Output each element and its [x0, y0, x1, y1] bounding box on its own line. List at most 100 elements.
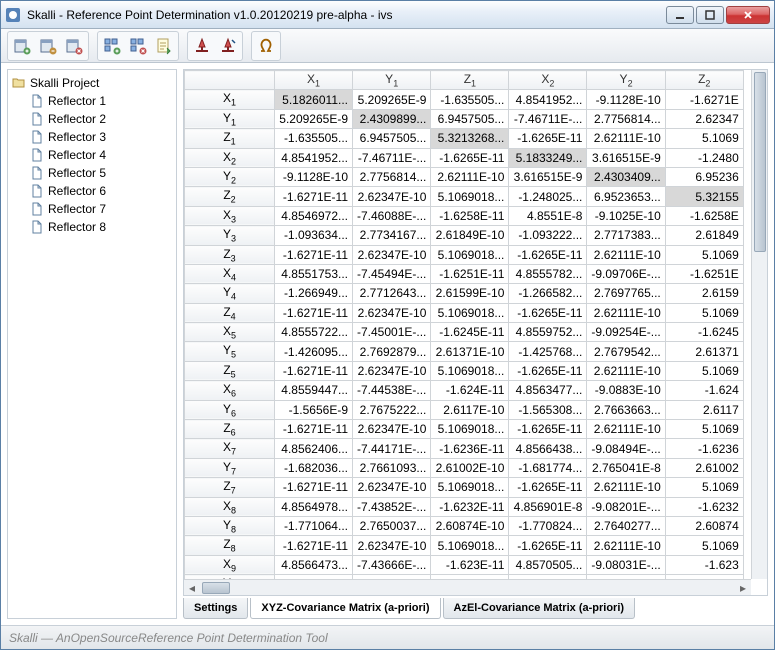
table-cell[interactable]: -1.624E-11	[431, 381, 509, 400]
table-cell[interactable]: -1.5656E-9	[275, 400, 353, 419]
table-cell[interactable]: 2.62111E-10	[587, 536, 665, 555]
table-cell[interactable]: 4.8564978...	[275, 497, 353, 516]
table-cell[interactable]: 3.616515E-9	[587, 148, 665, 167]
table-cell[interactable]: -9.08201E-...	[587, 497, 665, 516]
table-cell[interactable]: -1.6258E	[665, 206, 743, 225]
row-header[interactable]: Z3	[185, 245, 275, 264]
table-cell[interactable]: -1.093222...	[509, 226, 587, 245]
vertical-scrollbar[interactable]	[751, 70, 767, 579]
table-cell[interactable]: 5.1069	[665, 361, 743, 380]
table-cell[interactable]: -1.635505...	[275, 129, 353, 148]
column-header[interactable]: X1	[275, 71, 353, 90]
table-cell[interactable]: 3.616515E-9	[509, 167, 587, 186]
table-cell[interactable]: 2.7756814...	[587, 109, 665, 128]
table-cell[interactable]: 2.62111E-10	[431, 167, 509, 186]
row-header[interactable]: X7	[185, 439, 275, 458]
table-cell[interactable]: -7.44538E-...	[353, 381, 431, 400]
table-cell[interactable]: -1.6232E-11	[431, 497, 509, 516]
table-cell[interactable]: 4.8551753...	[275, 264, 353, 283]
table-cell[interactable]: 2.61002	[665, 458, 743, 477]
row-header[interactable]: Z7	[185, 478, 275, 497]
row-header[interactable]: Y5	[185, 342, 275, 361]
row-header[interactable]: X8	[185, 497, 275, 516]
table-cell[interactable]: 6.9457505...	[431, 109, 509, 128]
row-header[interactable]: Y6	[185, 400, 275, 419]
table-cell[interactable]: 5.3213268...	[431, 129, 509, 148]
row-header[interactable]: Y3	[185, 226, 275, 245]
table-cell[interactable]: 5.1826011...	[275, 90, 353, 109]
table-cell[interactable]: 5.1069	[665, 478, 743, 497]
minimize-button[interactable]	[666, 6, 694, 24]
table-cell[interactable]: -7.45494E-...	[353, 264, 431, 283]
table-cell[interactable]: 4.8546972...	[275, 206, 353, 225]
table-cell[interactable]: 5.1069018...	[431, 245, 509, 264]
maximize-button[interactable]	[696, 6, 724, 24]
horizontal-scrollbar[interactable]: ◂ ▸	[184, 579, 751, 595]
tree-item-reflector[interactable]: Reflector 5	[12, 164, 172, 182]
table-cell[interactable]: -1.565308...	[509, 400, 587, 419]
tree-item-reflector[interactable]: Reflector 6	[12, 182, 172, 200]
row-header[interactable]: X3	[185, 206, 275, 225]
table-cell[interactable]: 2.60874E-10	[431, 516, 509, 535]
table-cell[interactable]: 5.1069	[665, 245, 743, 264]
table-cell[interactable]: -1.624	[665, 381, 743, 400]
table-cell[interactable]: 2.7675222...	[353, 400, 431, 419]
table-cell[interactable]: -7.46088E-...	[353, 206, 431, 225]
table-cell[interactable]: 2.7692879...	[353, 342, 431, 361]
table-cell[interactable]: 5.1069	[665, 303, 743, 322]
table-cell[interactable]: -1.6236E-11	[431, 439, 509, 458]
table-cell[interactable]: 4.8570505...	[509, 555, 587, 574]
table-cell[interactable]: -1.426095...	[275, 342, 353, 361]
close-button[interactable]	[726, 6, 770, 24]
table-cell[interactable]: 2.62347E-10	[353, 536, 431, 555]
table-cell[interactable]: -9.1025E-10	[587, 206, 665, 225]
row-header[interactable]: Z4	[185, 303, 275, 322]
table-cell[interactable]: 5.1069018...	[431, 361, 509, 380]
table-cell[interactable]: -7.43666E-...	[353, 555, 431, 574]
table-cell[interactable]: 5.1069018...	[431, 420, 509, 439]
table-cell[interactable]: -1.266949...	[275, 284, 353, 303]
table-cell[interactable]: -1.6271E-11	[275, 536, 353, 555]
vscroll-thumb[interactable]	[754, 72, 766, 252]
table-cell[interactable]: -9.0883E-10	[587, 381, 665, 400]
table-cell[interactable]: 2.62347E-10	[353, 361, 431, 380]
table-cell[interactable]: -7.46711E-...	[509, 109, 587, 128]
tab[interactable]: Settings	[183, 598, 248, 619]
hscroll-left-arrow[interactable]: ◂	[184, 580, 200, 596]
tab[interactable]: XYZ-Covariance Matrix (a-priori)	[250, 598, 440, 619]
table-cell[interactable]: 5.1069	[665, 129, 743, 148]
table-cell[interactable]: 2.61002E-10	[431, 458, 509, 477]
table-cell[interactable]: 2.62347	[665, 109, 743, 128]
table-cell[interactable]: 4.8555782...	[509, 264, 587, 283]
table-cell[interactable]: -1.6271E-11	[275, 478, 353, 497]
table-cell[interactable]: 4.8541952...	[509, 90, 587, 109]
table-cell[interactable]: -1.6265E-11	[509, 420, 587, 439]
toolbar-btn-7[interactable]	[189, 33, 215, 59]
column-header[interactable]: Z1	[431, 71, 509, 90]
table-cell[interactable]: 2.7661093...	[353, 458, 431, 477]
tree-root[interactable]: Skalli Project	[12, 74, 172, 92]
table-cell[interactable]: 5.209265E-9	[353, 90, 431, 109]
table-cell[interactable]: -1.6245E-11	[431, 323, 509, 342]
table-cell[interactable]: 2.7640277...	[587, 516, 665, 535]
table-cell[interactable]: 4.8559752...	[509, 323, 587, 342]
table-cell[interactable]: 6.95236	[665, 167, 743, 186]
row-header[interactable]: X5	[185, 323, 275, 342]
table-cell[interactable]: 2.62111E-10	[587, 129, 665, 148]
table-cell[interactable]: 5.1069018...	[431, 187, 509, 206]
table-cell[interactable]: 4.8559447...	[275, 381, 353, 400]
row-header[interactable]: X1	[185, 90, 275, 109]
table-cell[interactable]: 6.9523653...	[587, 187, 665, 206]
table-cell[interactable]: 4.8563477...	[509, 381, 587, 400]
table-cell[interactable]: 2.62347E-10	[353, 187, 431, 206]
table-cell[interactable]: -1.6265E-11	[509, 361, 587, 380]
row-header[interactable]: Z1	[185, 129, 275, 148]
toolbar-btn-4[interactable]	[99, 33, 125, 59]
table-cell[interactable]: 5.1069018...	[431, 478, 509, 497]
table-cell[interactable]: 5.1069	[665, 536, 743, 555]
table-cell[interactable]: -9.1128E-10	[587, 90, 665, 109]
table-cell[interactable]: -7.43852E-...	[353, 497, 431, 516]
column-header[interactable]: Z2	[665, 71, 743, 90]
table-cell[interactable]: -1.6271E-11	[275, 303, 353, 322]
table-cell[interactable]: 2.765041E-8	[587, 458, 665, 477]
